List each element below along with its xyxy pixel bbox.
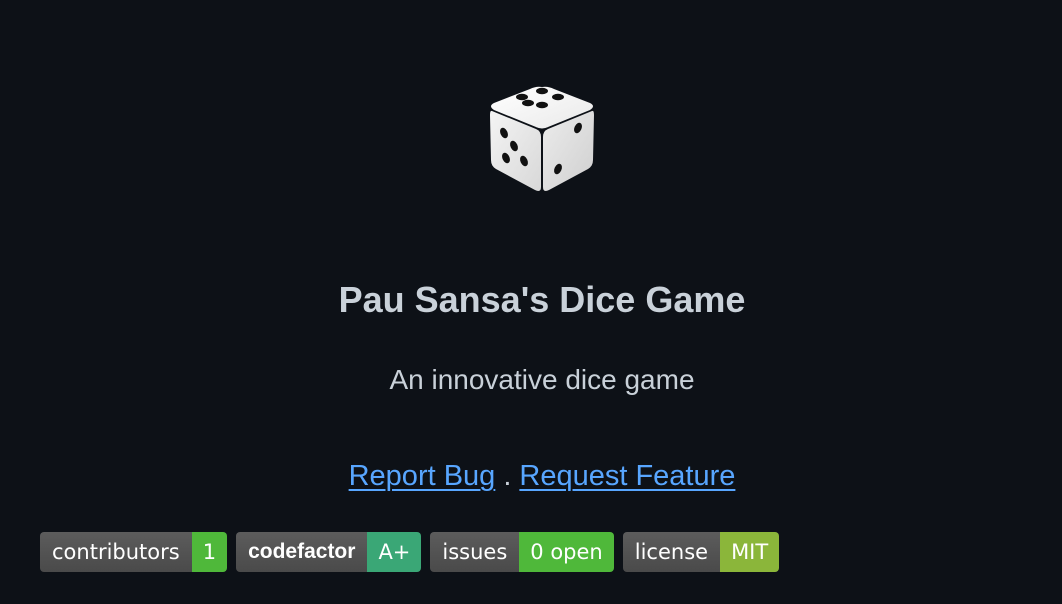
report-bug-link[interactable]: Report Bug bbox=[349, 460, 496, 492]
request-feature-link[interactable]: Request Feature bbox=[519, 460, 735, 492]
badge-value: MIT bbox=[720, 532, 780, 572]
license-badge[interactable]: license MIT bbox=[622, 532, 780, 572]
badge-value: 1 bbox=[191, 532, 228, 572]
badge-label: contributors bbox=[40, 532, 192, 572]
badge-row: contributors 1 codefactor A+ issues 0 op… bbox=[40, 532, 780, 572]
issues-badge[interactable]: issues 0 open bbox=[430, 532, 614, 572]
codefactor-badge[interactable]: codefactor A+ bbox=[236, 532, 422, 572]
dice-icon bbox=[490, 86, 594, 191]
badge-value: A+ bbox=[367, 532, 422, 572]
readme-header: Pau Sansa's Dice Game An innovative dice… bbox=[0, 0, 1062, 604]
badge-label: issues bbox=[430, 532, 520, 572]
badge-label: codefactor bbox=[236, 532, 368, 572]
contributors-badge[interactable]: contributors 1 bbox=[40, 532, 228, 572]
link-separator: . bbox=[503, 460, 512, 492]
project-links: Report Bug. Request Feature bbox=[0, 456, 1062, 496]
badge-value: 0 open bbox=[519, 532, 614, 572]
project-subtitle: An innovative dice game bbox=[389, 364, 695, 395]
project-title: Pau Sansa's Dice Game bbox=[338, 279, 746, 320]
badge-label: license bbox=[622, 532, 721, 572]
